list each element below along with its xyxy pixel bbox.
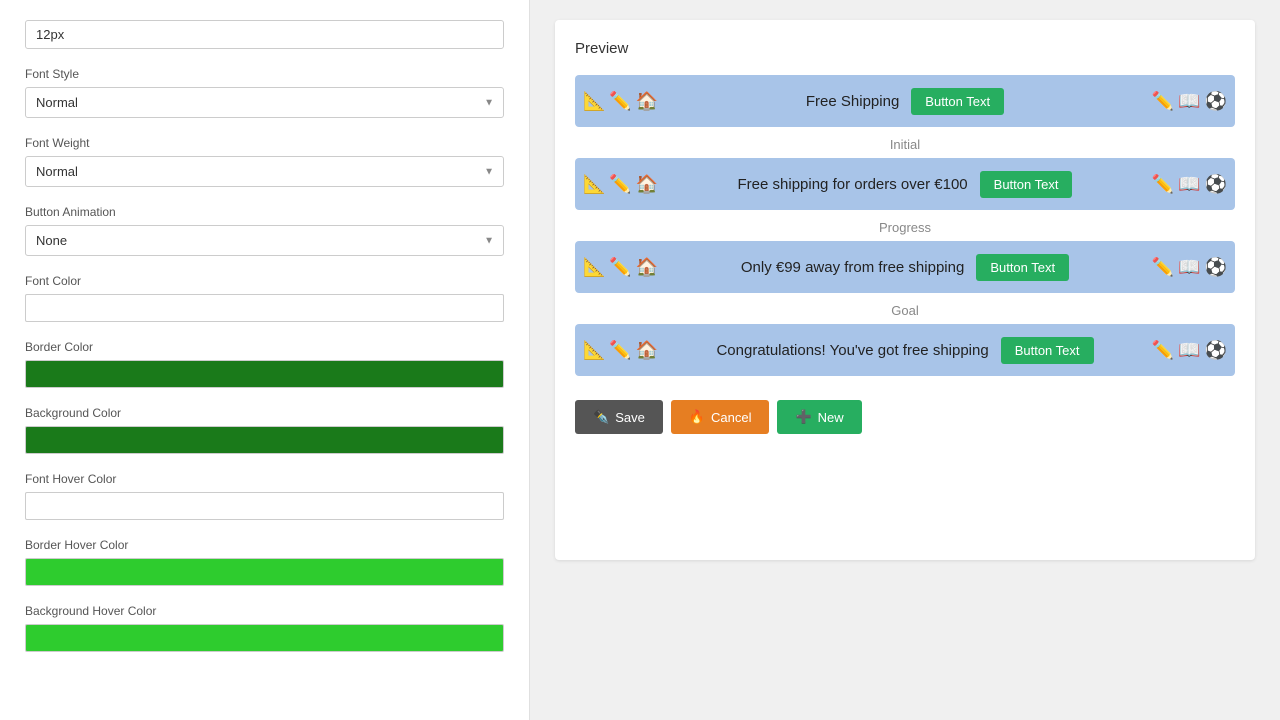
new-button[interactable]: ➕ New: [777, 400, 861, 434]
banner-text-initial: Free shipping for orders over €100: [738, 176, 968, 193]
soccer-icon-3: ⚽: [1205, 257, 1227, 278]
banner-progress: 📐 ✏️ 🏠 Only €99 away from free shipping …: [575, 241, 1235, 293]
pencil-right-icon: ✏️: [1152, 91, 1174, 112]
banner-button-progress[interactable]: Button Text: [976, 254, 1069, 281]
font-size-group: 12px: [25, 20, 504, 49]
right-panel: Preview 📐 ✏️ 🏠 Free Shipping Button Text…: [530, 0, 1280, 720]
banner-icons-right-4: ✏️ 📖 ⚽: [1152, 340, 1227, 361]
cancel-label: Cancel: [711, 410, 751, 425]
banner-free-shipping: 📐 ✏️ 🏠 Free Shipping Button Text ✏️ 📖 ⚽: [575, 75, 1235, 127]
pencil-right-icon-4: ✏️: [1152, 340, 1174, 361]
border-color-label: Border Color: [25, 340, 504, 354]
background-color-label: Background Color: [25, 406, 504, 420]
font-weight-select-wrapper: Normal Bold Lighter Bolder ▼: [25, 156, 504, 187]
soccer-icon: ⚽: [1205, 91, 1227, 112]
banner-text-progress: Only €99 away from free shipping: [741, 259, 964, 276]
preview-title: Preview: [575, 40, 1235, 57]
pencil-right-icon-2: ✏️: [1152, 174, 1174, 195]
action-buttons: ✒️ Save 🔥 Cancel ➕ New: [575, 400, 1235, 434]
cancel-button[interactable]: 🔥 Cancel: [671, 400, 770, 434]
book-icon-4: 📖: [1178, 340, 1200, 361]
font-hover-color-swatch[interactable]: [25, 492, 504, 520]
banner-button-free-shipping[interactable]: Button Text: [911, 88, 1004, 115]
house-icon: 🏠: [636, 91, 658, 112]
font-color-label: Font Color: [25, 274, 504, 288]
banner-icons-right-2: ✏️ 📖 ⚽: [1152, 174, 1227, 195]
banner-text-free-shipping: Free Shipping: [806, 93, 899, 110]
border-hover-color-group: Border Hover Color: [25, 538, 504, 586]
font-hover-color-label: Font Hover Color: [25, 472, 504, 486]
background-hover-color-label: Background Hover Color: [25, 604, 504, 618]
font-weight-label: Font Weight: [25, 136, 504, 150]
section-label-goal: Goal: [575, 303, 1235, 318]
new-icon: ➕: [795, 409, 811, 425]
banner-goal: 📐 ✏️ 🏠 Congratulations! You've got free …: [575, 324, 1235, 376]
pencil-icon-4: ✏️: [609, 340, 631, 361]
background-hover-color-group: Background Hover Color: [25, 604, 504, 652]
border-color-group: Border Color: [25, 340, 504, 388]
button-animation-select-wrapper: None Pulse Shake Bounce ▼: [25, 225, 504, 256]
font-color-swatch[interactable]: [25, 294, 504, 322]
soccer-icon-4: ⚽: [1205, 340, 1227, 361]
button-animation-select[interactable]: None Pulse Shake Bounce: [25, 225, 504, 256]
section-label-initial: Initial: [575, 137, 1235, 152]
font-weight-group: Font Weight Normal Bold Lighter Bolder ▼: [25, 136, 504, 187]
banner-wrapper-goal: 📐 ✏️ 🏠 Congratulations! You've got free …: [575, 324, 1235, 376]
banner-wrapper-free-shipping: 📐 ✏️ 🏠 Free Shipping Button Text ✏️ 📖 ⚽: [575, 75, 1235, 127]
border-hover-color-swatch[interactable]: [25, 558, 504, 586]
save-button[interactable]: ✒️ Save: [575, 400, 663, 434]
banner-wrapper-initial: 📐 ✏️ 🏠 Free shipping for orders over €10…: [575, 158, 1235, 210]
house-icon-2: 🏠: [636, 174, 658, 195]
cancel-icon: 🔥: [689, 409, 705, 425]
book-icon-2: 📖: [1178, 174, 1200, 195]
banner-icons-left-2: 📐 ✏️ 🏠: [583, 174, 658, 195]
background-hover-color-swatch[interactable]: [25, 624, 504, 652]
banner-button-initial[interactable]: Button Text: [980, 171, 1073, 198]
background-color-swatch[interactable]: [25, 426, 504, 454]
font-hover-color-group: Font Hover Color: [25, 472, 504, 520]
banner-icons-right-1: ✏️ 📖 ⚽: [1152, 91, 1227, 112]
font-style-group: Font Style Normal Italic Oblique ▼: [25, 67, 504, 118]
border-hover-color-label: Border Hover Color: [25, 538, 504, 552]
banner-initial: 📐 ✏️ 🏠 Free shipping for orders over €10…: [575, 158, 1235, 210]
save-icon: ✒️: [593, 409, 609, 425]
ruler-icon-3: 📐: [583, 257, 605, 278]
banner-button-goal[interactable]: Button Text: [1001, 337, 1094, 364]
save-label: Save: [615, 410, 645, 425]
font-style-label: Font Style: [25, 67, 504, 81]
ruler-icon: 📐: [583, 91, 605, 112]
banner-text-goal: Congratulations! You've got free shippin…: [716, 342, 988, 359]
ruler-icon-2: 📐: [583, 174, 605, 195]
banner-icons-left-3: 📐 ✏️ 🏠: [583, 257, 658, 278]
book-icon: 📖: [1178, 91, 1200, 112]
house-icon-4: 🏠: [636, 340, 658, 361]
button-animation-group: Button Animation None Pulse Shake Bounce…: [25, 205, 504, 256]
preview-card: Preview 📐 ✏️ 🏠 Free Shipping Button Text…: [555, 20, 1255, 560]
border-color-swatch[interactable]: [25, 360, 504, 388]
pencil-icon-2: ✏️: [609, 174, 631, 195]
pencil-icon-3: ✏️: [609, 257, 631, 278]
banner-wrapper-progress: 📐 ✏️ 🏠 Only €99 away from free shipping …: [575, 241, 1235, 293]
banner-icons-left-4: 📐 ✏️ 🏠: [583, 340, 658, 361]
settings-panel: 12px Font Style Normal Italic Oblique ▼ …: [0, 0, 530, 720]
font-color-group: Font Color: [25, 274, 504, 322]
font-style-select[interactable]: Normal Italic Oblique: [25, 87, 504, 118]
font-style-select-wrapper: Normal Italic Oblique ▼: [25, 87, 504, 118]
background-color-group: Background Color: [25, 406, 504, 454]
font-size-input[interactable]: 12px: [25, 20, 504, 49]
button-animation-label: Button Animation: [25, 205, 504, 219]
section-label-progress: Progress: [575, 220, 1235, 235]
banner-icons-left-1: 📐 ✏️ 🏠: [583, 91, 658, 112]
book-icon-3: 📖: [1178, 257, 1200, 278]
pencil-icon: ✏️: [609, 91, 631, 112]
banner-icons-right-3: ✏️ 📖 ⚽: [1152, 257, 1227, 278]
new-label: New: [818, 410, 844, 425]
font-weight-select[interactable]: Normal Bold Lighter Bolder: [25, 156, 504, 187]
ruler-icon-4: 📐: [583, 340, 605, 361]
soccer-icon-2: ⚽: [1205, 174, 1227, 195]
pencil-right-icon-3: ✏️: [1152, 257, 1174, 278]
house-icon-3: 🏠: [636, 257, 658, 278]
